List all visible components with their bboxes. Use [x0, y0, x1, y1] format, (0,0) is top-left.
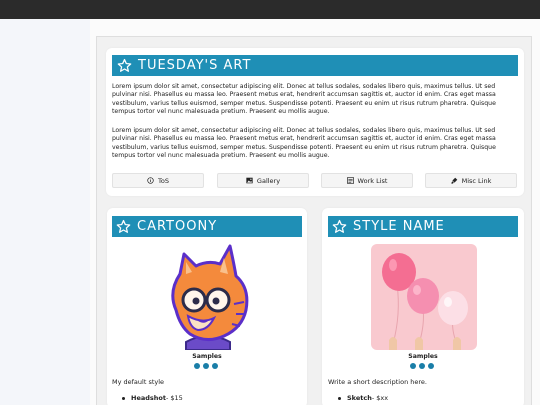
cartoon-fox-image — [158, 244, 258, 351]
style-description: Write a short description here. — [328, 378, 427, 386]
paint-icon — [450, 177, 458, 184]
carousel-dot[interactable] — [194, 363, 200, 369]
price-item-value: - $xx — [371, 394, 389, 402]
info-circle-icon — [147, 177, 154, 184]
tos-label: ToS — [158, 176, 169, 185]
list-icon — [346, 177, 354, 184]
balloons-image — [371, 244, 477, 350]
price-item: Headshot - $15 — [122, 394, 183, 402]
style-banner: STYLE NAME — [328, 216, 518, 237]
intro-paragraph: Lorem ipsum dolor sit amet, consectetur … — [112, 83, 496, 115]
top-bar — [0, 0, 540, 19]
bullet — [122, 396, 125, 400]
misc-link-button[interactable]: Misc Link — [425, 173, 517, 188]
samples-label: Samples — [408, 353, 438, 360]
gallery-button[interactable]: Gallery — [217, 173, 309, 188]
work-list-label: Work List — [357, 176, 388, 185]
style-title: STYLE NAME — [353, 219, 445, 234]
sample-carousel-dots — [194, 363, 218, 369]
intro-paragraph: Lorem ipsum dolor sit amet, consectetur … — [112, 127, 496, 159]
tos-button[interactable]: ToS — [112, 173, 204, 188]
style-title: CARTOONY — [137, 219, 218, 234]
left-sidebar — [0, 19, 90, 405]
price-item-name: Headshot — [131, 394, 166, 402]
style-banner: CARTOONY — [112, 216, 302, 237]
carousel-dot[interactable] — [203, 363, 209, 369]
carousel-dot[interactable] — [428, 363, 434, 369]
star-icon — [117, 58, 132, 73]
carousel-dot[interactable] — [212, 363, 218, 369]
samples-label: Samples — [192, 353, 222, 360]
price-item-value: - $15 — [165, 394, 183, 402]
carousel-dot[interactable] — [419, 363, 425, 369]
star-icon — [332, 219, 347, 234]
carousel-dot[interactable] — [410, 363, 416, 369]
image-icon — [246, 177, 253, 184]
star-icon — [116, 219, 131, 234]
sample-carousel-dots — [410, 363, 434, 369]
misc-link-label: Misc Link — [461, 176, 492, 185]
work-list-button[interactable]: Work List — [321, 173, 413, 188]
price-item-name: Sketch — [347, 394, 372, 402]
price-item: Sketch - $xx — [338, 394, 388, 402]
style-description: My default style — [112, 378, 165, 386]
header-banner: TUESDAY'S ART — [112, 55, 518, 76]
page-title: TUESDAY'S ART — [138, 58, 252, 73]
gallery-label: Gallery — [256, 176, 281, 185]
bullet — [338, 396, 341, 400]
